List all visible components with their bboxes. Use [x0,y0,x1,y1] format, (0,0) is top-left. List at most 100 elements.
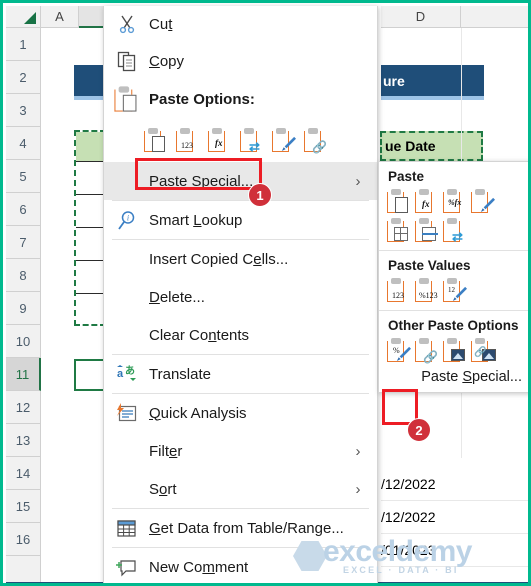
row-header-9[interactable]: 9 [6,292,41,325]
row-header-3[interactable]: 3 [6,94,41,127]
menu-item-delete-label: Delete... [149,288,205,306]
blue-header-cell-right[interactable]: ure [381,65,484,100]
paste-formulas-icon[interactable]: fx [208,127,231,153]
row-header-13-label: 13 [15,432,31,448]
empty-cell[interactable] [381,567,528,583]
column-header-e[interactable] [461,6,528,28]
quick-analysis-icon [104,394,149,432]
row-header-10[interactable]: 10 [6,325,41,358]
paste-link-icon[interactable]: 🔗 [304,127,327,154]
paste-formulas-number-formatting-icon[interactable]: %fx [443,189,466,214]
row-header-15-label: 15 [15,498,31,514]
scissors-icon [104,6,149,43]
menu-item-smart-lookup-label: Smart Lookup [149,211,243,229]
row-header-12[interactable]: 12 [6,391,41,424]
paste-link-icon[interactable]: 🔗 [415,338,438,364]
row-header-13[interactable]: 13 [6,424,41,457]
row-header-8[interactable]: 8 [6,259,41,292]
row-header-6-label: 6 [19,201,27,217]
paste-options-icon-row: 123 fx ⇄ 🔗 [104,118,377,162]
date-cell-1[interactable]: /12/2022 [381,468,528,501]
select-all-button[interactable] [6,6,41,28]
menu-item-new-comment[interactable]: New Comment [104,548,377,583]
menu-item-translate[interactable]: a あ Translate [104,355,377,393]
menu-item-copy[interactable]: Copy [104,42,377,80]
date-cell-3[interactable]: /01/2023 [381,534,528,567]
paste-values-icon[interactable]: 123 [176,127,199,153]
menu-item-clear-contents[interactable]: Clear Contents [104,316,377,354]
column-header-d[interactable]: D [381,6,461,28]
date-cell-2-text: /12/2022 [381,509,436,525]
menu-item-sort[interactable]: Sort › [104,470,377,508]
paste-values-icon[interactable]: 123 [387,278,410,303]
comment-icon [104,548,149,583]
cell-divider [76,161,106,162]
row-header-14[interactable]: 14 [6,457,41,490]
clipboard-icon [104,80,149,118]
row-header-9-label: 9 [19,300,27,316]
column-header-a[interactable]: A [41,6,79,28]
paste-linked-picture-icon[interactable]: 🔗 [471,338,496,363]
menu-item-paste-options-label: Paste Options: [149,90,255,108]
menu-item-smart-lookup[interactable]: i Smart Lookup [104,201,377,239]
chevron-right-icon: › [355,172,361,190]
paste-values-number-formatting-icon[interactable]: %123 [415,278,438,303]
row-header-1[interactable]: 1 [6,28,41,61]
menu-item-insert-copied-cells-label: Insert Copied Cells... [149,250,289,268]
menu-item-get-data-from-table-range[interactable]: Get Data from Table/Range... [104,509,377,547]
submenu-paste-special-label: Paste Special... [421,369,522,385]
delete-icon-slot [104,278,149,316]
paste-keep-source-formatting-icon[interactable] [471,189,495,214]
menu-item-insert-copied-cells[interactable]: Insert Copied Cells... [104,240,377,278]
active-cell[interactable] [74,359,106,391]
menu-item-cut[interactable]: Cut [104,6,377,42]
paste-submenu: Paste fx %fx ⇄ Paste Values 123 %123 12 … [378,161,528,393]
row-header-6[interactable]: 6 [6,193,41,226]
row-header-11-label: 11 [15,366,30,382]
cell-divider [76,293,106,294]
paste-icon[interactable] [387,189,410,214]
row-header-16[interactable]: 16 [6,523,41,556]
row-header-11[interactable]: 11 [6,358,41,391]
submenu-paste-special[interactable]: Paste Special... [379,365,528,392]
menu-item-clear-contents-label: Clear Contents [149,326,250,344]
row-header-16-label: 16 [15,531,31,547]
row-header-2[interactable]: 2 [6,61,41,94]
row-header-7[interactable]: 7 [6,226,41,259]
column-a-body[interactable] [41,28,106,583]
paste-keep-source-formatting-icon[interactable] [144,127,167,153]
column-header-a-label: A [55,9,64,24]
column-header-b[interactable] [79,6,106,28]
paste-transpose-icon[interactable]: ⇄ [443,218,466,244]
row-header-10-label: 10 [15,333,31,349]
paste-formulas-icon[interactable]: fx [415,189,438,214]
paste-formatting-icon[interactable]: % [387,338,411,363]
paste-no-borders-icon[interactable] [387,218,410,243]
chevron-right-icon: › [355,480,361,498]
context-menu: Cut Copy Paste Options: 123 fx ⇄ 🔗 Paste… [103,6,378,583]
paste-values-section-title: Paste Values [388,258,471,273]
selected-green-cell[interactable] [76,132,104,161]
row-header-5-label: 5 [19,168,27,184]
menu-item-translate-label: Translate [149,365,211,383]
paste-values-section-row-1: 123 %123 12 [379,276,528,305]
paste-picture-icon[interactable] [443,338,466,363]
paste-values-source-formatting-icon[interactable]: 12 [443,278,467,303]
menu-item-quick-analysis[interactable]: Quick Analysis [104,394,377,432]
menu-item-filter[interactable]: Filter › [104,432,377,470]
green-header-cell[interactable]: ue Date [380,131,483,161]
paste-transpose-icon[interactable]: ⇄ [240,127,263,154]
row-header-4[interactable]: 4 [6,127,41,160]
row-header-5[interactable]: 5 [6,160,41,193]
menu-item-sort-label: Sort [149,480,177,498]
row-header-1-label: 1 [19,36,27,52]
date-cell-2[interactable]: /12/2022 [381,501,528,534]
blue-header-cell-left[interactable] [74,65,106,100]
paste-keep-source-column-widths-icon[interactable] [415,218,438,243]
row-header-15[interactable]: 15 [6,490,41,523]
date-cell-3-text: /01/2023 [381,542,436,558]
menu-item-delete[interactable]: Delete... [104,278,377,316]
svg-text:あ: あ [125,364,135,377]
blue-header-underline-right [381,96,484,100]
paste-formatting-icon[interactable] [272,127,296,153]
